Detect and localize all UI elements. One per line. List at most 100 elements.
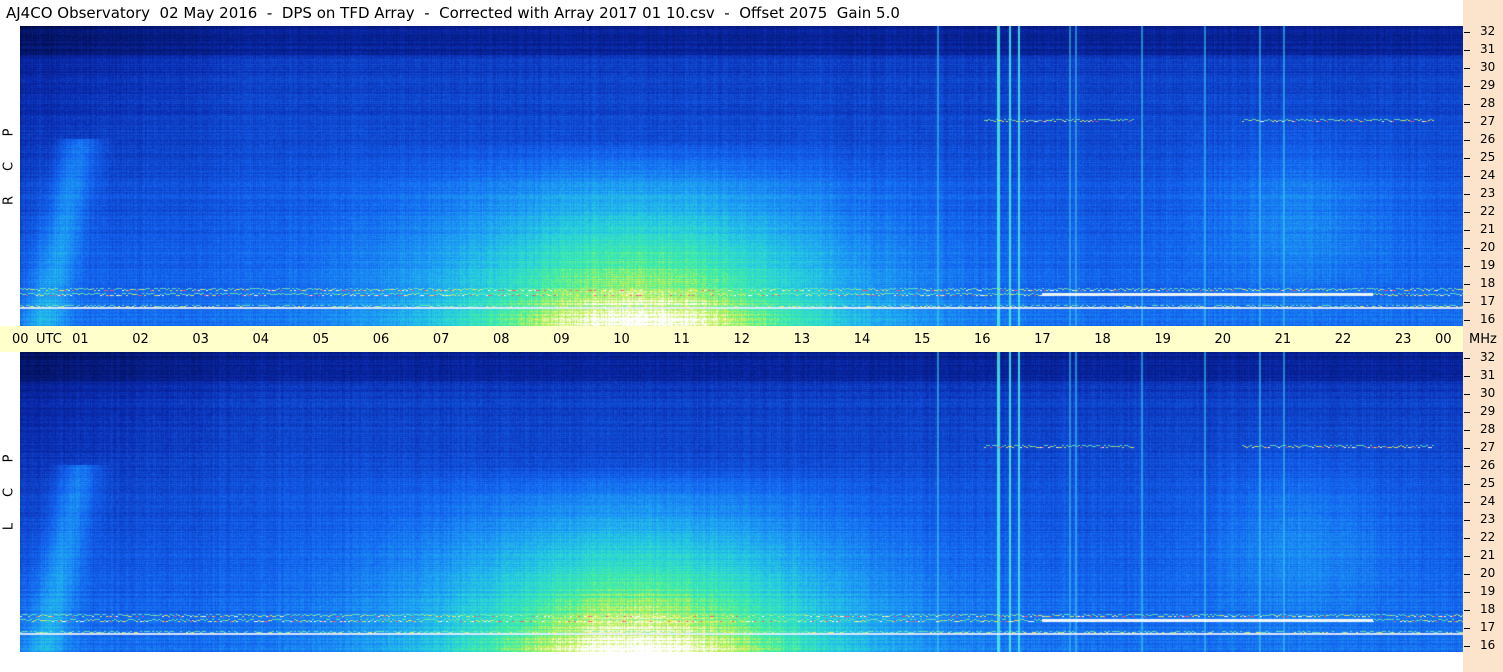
frequency-tick <box>1464 32 1470 33</box>
frequency-tick <box>1464 574 1470 575</box>
polarization-label: C <box>1 487 17 498</box>
frequency-tick <box>1464 158 1470 159</box>
frequency-tick <box>1464 86 1470 87</box>
polarization-label: P <box>1 454 17 463</box>
time-tick-label: 21 <box>1274 332 1292 347</box>
frequency-tick <box>1464 610 1470 611</box>
frequency-tick-label: 26 <box>1480 458 1496 472</box>
frequency-tick-label: 31 <box>1480 368 1496 382</box>
frequency-tick <box>1464 50 1470 51</box>
time-tick-label: 15 <box>913 332 931 347</box>
frequency-tick <box>1464 320 1470 321</box>
frequency-tick-label: 24 <box>1480 494 1496 508</box>
polarization-label: C <box>1 161 17 172</box>
time-axis: 00 01 02 03 04 05 06 07 08 09 10 11 12 13 14 15 16 17 18 19… <box>0 326 1497 352</box>
frequency-tick-label: 27 <box>1480 440 1496 454</box>
frequency-tick <box>1464 140 1470 141</box>
time-tick-label: 09 <box>553 332 570 347</box>
frequency-tick-label: 25 <box>1480 150 1496 164</box>
time-tick-label: 08 <box>493 332 510 347</box>
frequency-tick-label: 16 <box>1480 312 1496 326</box>
frequency-tick <box>1464 266 1470 267</box>
frequency-tick-label: 20 <box>1480 240 1496 254</box>
time-tick-label: 18 <box>1094 332 1111 347</box>
frequency-tick-label: 22 <box>1480 204 1496 218</box>
polarization-label: L <box>1 522 17 531</box>
frequency-tick-label: 24 <box>1480 168 1496 182</box>
frequency-tick <box>1464 212 1470 213</box>
frequency-tick <box>1464 394 1470 395</box>
frequency-tick-label: 30 <box>1480 386 1496 400</box>
frequency-tick-label: 22 <box>1480 530 1496 544</box>
frequency-tick <box>1464 520 1470 521</box>
rcp-spectrogram-canvas <box>20 26 1463 326</box>
frequency-unit-label: MHz <box>1469 332 1497 347</box>
frequency-tick <box>1464 358 1470 359</box>
time-tick-label: 01 <box>72 332 89 347</box>
frequency-tick-label: 20 <box>1480 566 1496 580</box>
time-tick-label: 11 <box>673 332 690 347</box>
time-tick-label: 10 <box>613 332 630 347</box>
frequency-tick <box>1464 592 1470 593</box>
time-tick-label: 05 <box>312 332 330 347</box>
time-tick-label: 12 <box>733 332 751 347</box>
time-tick-label: 22 <box>1334 332 1352 347</box>
frequency-tick <box>1464 104 1470 105</box>
frequency-tick-label: 19 <box>1480 584 1496 598</box>
polarization-label: P <box>1 128 17 137</box>
frequency-tick <box>1464 538 1470 539</box>
frequency-tick <box>1464 556 1470 557</box>
time-tick-label: 00 <box>1435 332 1452 347</box>
frequency-tick-label: 18 <box>1480 602 1496 616</box>
frequency-tick <box>1464 176 1470 177</box>
frequency-tick <box>1464 628 1470 629</box>
frequency-tick <box>1464 448 1470 449</box>
title-bar: AJ4CO Observatory 02 May 2016 - DPS on T… <box>0 0 1463 26</box>
lcp-spectrogram <box>20 352 1463 652</box>
time-tick-label: 23 <box>1394 332 1412 347</box>
frequency-tick-label: 21 <box>1480 222 1496 236</box>
frequency-tick-label: 21 <box>1480 548 1496 562</box>
frequency-tick <box>1464 484 1470 485</box>
time-tick-label: 02 <box>132 332 149 347</box>
time-tick-label: 13 <box>793 332 811 347</box>
frequency-tick <box>1464 248 1470 249</box>
frequency-tick <box>1464 502 1470 503</box>
time-tick-label: 06 <box>372 332 390 347</box>
time-tick-label: 04 <box>252 332 270 347</box>
frequency-tick-label: 23 <box>1480 512 1496 526</box>
frequency-tick-label: 18 <box>1480 276 1496 290</box>
frequency-tick <box>1464 430 1470 431</box>
frequency-tick-label: 28 <box>1480 96 1496 110</box>
frequency-tick-label: 17 <box>1480 294 1496 308</box>
bottom-border <box>0 652 1463 672</box>
frequency-tick-label: 31 <box>1480 42 1496 56</box>
lcp-spectrogram-canvas <box>20 352 1463 652</box>
time-unit-label: UTC <box>36 332 62 347</box>
frequency-tick-label: 29 <box>1480 78 1496 92</box>
frequency-tick <box>1464 466 1470 467</box>
frequency-tick-label: 32 <box>1480 350 1496 364</box>
frequency-tick <box>1464 122 1470 123</box>
frequency-tick <box>1464 376 1470 377</box>
polarization-label: R <box>1 195 17 206</box>
time-tick-label: 14 <box>853 332 871 347</box>
frequency-tick <box>1464 68 1470 69</box>
frequency-tick <box>1464 284 1470 285</box>
frequency-tick <box>1464 194 1470 195</box>
frequency-tick <box>1464 412 1470 413</box>
time-tick-label: 07 <box>432 332 450 347</box>
frequency-tick-label: 29 <box>1480 404 1496 418</box>
time-tick-label: 03 <box>192 332 209 347</box>
frequency-tick-label: 30 <box>1480 60 1496 74</box>
frequency-tick-label: 25 <box>1480 476 1496 490</box>
frequency-tick <box>1464 230 1470 231</box>
frequency-tick-label: 28 <box>1480 422 1496 436</box>
time-tick-label: 00 <box>12 332 29 347</box>
rcp-spectrogram <box>20 26 1463 326</box>
frequency-tick-label: 26 <box>1480 132 1496 146</box>
time-tick-label: 19 <box>1154 332 1171 347</box>
page-title: AJ4CO Observatory 02 May 2016 - DPS on T… <box>6 4 900 22</box>
time-tick-label: 16 <box>974 332 991 347</box>
frequency-tick-label: 17 <box>1480 620 1496 634</box>
